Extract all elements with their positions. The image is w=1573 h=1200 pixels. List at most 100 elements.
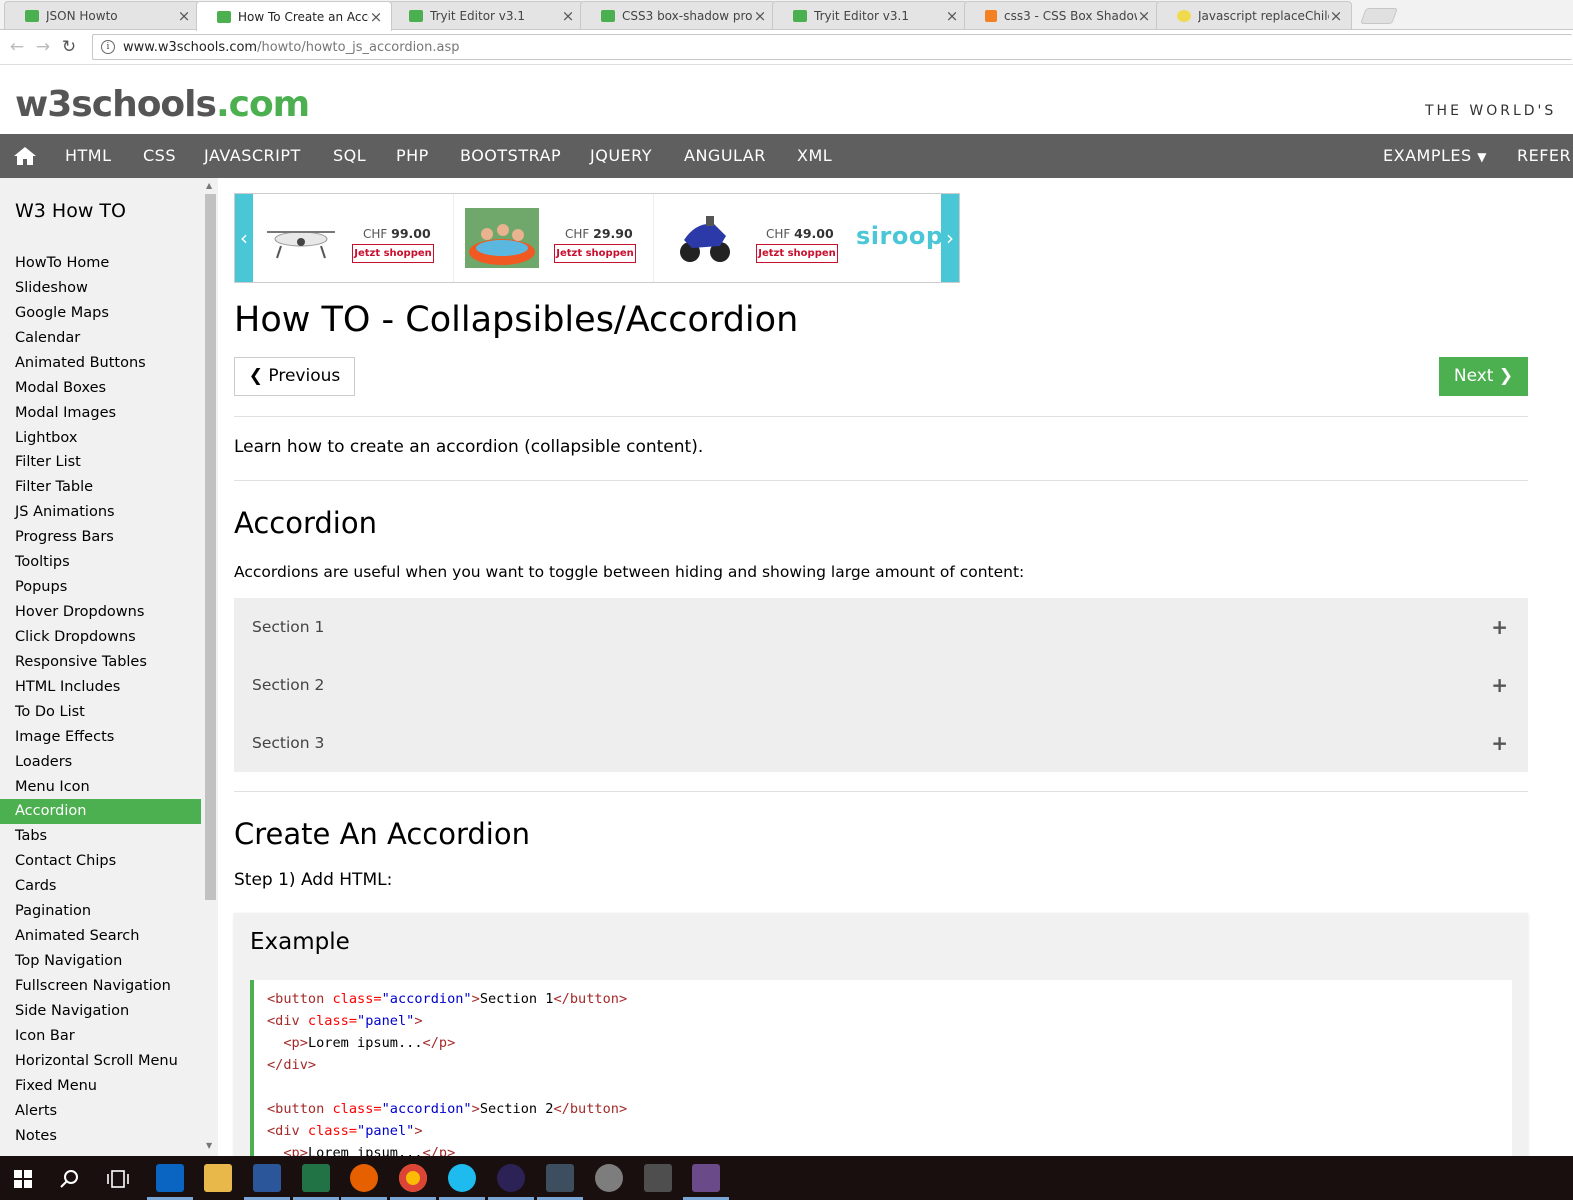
sidebar-item-animated-buttons[interactable]: Animated Buttons	[0, 351, 201, 376]
sidebar-item-loaders[interactable]: Loaders	[0, 750, 201, 775]
nav-item-javascript[interactable]: JAVASCRIPT	[204, 134, 301, 178]
nav-item-bootstrap[interactable]: BOOTSTRAP	[460, 134, 561, 178]
w3schools-logo[interactable]: w3schools.com	[15, 84, 310, 125]
adchoices-icon[interactable]: ▷	[943, 194, 959, 208]
next-button[interactable]: Next ❯	[1439, 357, 1528, 396]
sidebar-item-to-do-list[interactable]: To Do List	[0, 700, 201, 725]
sidebar-item-filter-table[interactable]: Filter Table	[0, 475, 201, 500]
ad-shop-button[interactable]: Jetzt shoppen	[554, 244, 636, 263]
ad-shop-button[interactable]: Jetzt shoppen	[352, 244, 434, 263]
sidebar-item-accordion[interactable]: Accordion	[0, 799, 201, 825]
search-icon[interactable]	[60, 1169, 80, 1189]
chrome-icon[interactable]	[390, 1164, 436, 1200]
internet-explorer-icon[interactable]	[439, 1164, 485, 1200]
browser-tab[interactable]: Tryit Editor v3.1 ×	[772, 1, 968, 29]
reload-icon[interactable]: ↻	[56, 37, 82, 57]
sidebar-item-modal-boxes[interactable]: Modal Boxes	[0, 376, 201, 401]
snipping-tool-icon[interactable]	[595, 1164, 623, 1192]
code-block[interactable]: <button class="accordion">Section 1</but…	[250, 980, 1512, 1156]
close-tab-icon[interactable]: ×	[177, 7, 191, 25]
sidebar-item-responsive-tables[interactable]: Responsive Tables	[0, 650, 201, 675]
nav-item-php[interactable]: PHP	[396, 134, 429, 178]
sidebar-item-lightbox[interactable]: Lightbox	[0, 426, 201, 451]
close-tab-icon[interactable]: ×	[753, 7, 767, 25]
sidebar-item-tooltips[interactable]: Tooltips	[0, 550, 201, 575]
nav-item-angular[interactable]: ANGULAR	[684, 134, 766, 178]
ad-brand-logo[interactable]: siroop	[856, 222, 944, 250]
nav-item-xml[interactable]: XML	[797, 134, 832, 178]
sidebar-item-fixed-menu[interactable]: Fixed Menu	[0, 1074, 201, 1099]
browser-tab[interactable]: CSS3 box-shadow property ×	[580, 1, 776, 29]
sidebar-item-alerts[interactable]: Alerts	[0, 1099, 201, 1124]
close-tab-icon[interactable]: ×	[945, 7, 959, 25]
previous-button[interactable]: ❮ Previous	[234, 357, 355, 396]
sidebar-item-progress-bars[interactable]: Progress Bars	[0, 525, 201, 550]
scrollbar-thumb[interactable]	[205, 194, 216, 900]
sublime-text-icon[interactable]	[644, 1164, 672, 1192]
accordion-section-3[interactable]: Section 3 +	[234, 714, 1528, 772]
sidebar-item-contact-chips[interactable]: Contact Chips	[0, 849, 201, 874]
sidebar-item-popups[interactable]: Popups	[0, 575, 201, 600]
close-tab-icon[interactable]: ×	[561, 7, 575, 25]
windows-start-icon[interactable]	[14, 1170, 32, 1188]
browser-tab-active[interactable]: How To Create an Accordion ×	[196, 1, 392, 31]
file-explorer-icon[interactable]	[204, 1164, 232, 1192]
browser-tab[interactable]: Tryit Editor v3.1 ×	[388, 1, 584, 29]
sidebar-item-animated-search[interactable]: Animated Search	[0, 924, 201, 949]
sidebar-item-tabs[interactable]: Tabs	[0, 824, 201, 849]
browser-tab[interactable]: Javascript replaceChild, n ×	[1156, 1, 1352, 29]
close-tab-icon[interactable]: ×	[1329, 7, 1343, 25]
nav-item-references[interactable]: REFER	[1517, 134, 1571, 178]
sidebar-item-click-dropdowns[interactable]: Click Dropdowns	[0, 625, 201, 650]
ad-product[interactable]: CHF 49.00 Jetzt shoppen	[653, 194, 853, 282]
info-icon[interactable]: i	[101, 40, 115, 54]
nav-item-sql[interactable]: SQL	[333, 134, 366, 178]
sidebar-item-pagination[interactable]: Pagination	[0, 899, 201, 924]
ad-prev-arrow-icon[interactable]: ‹	[235, 194, 253, 282]
firefox-icon[interactable]	[341, 1164, 387, 1200]
sidebar-item-modal-images[interactable]: Modal Images	[0, 401, 201, 426]
sidebar-item-filter-list[interactable]: Filter List	[0, 450, 201, 475]
sidebar-item-image-effects[interactable]: Image Effects	[0, 725, 201, 750]
accordion-section-1[interactable]: Section 1 +	[234, 598, 1528, 656]
task-view-icon[interactable]	[107, 1169, 129, 1189]
eclipse-icon[interactable]	[488, 1164, 534, 1200]
accordion-section-2[interactable]: Section 2 +	[234, 656, 1528, 714]
sidebar-scrollbar[interactable]: ▲ ▼	[202, 178, 218, 1156]
url-input[interactable]: i www.w3schools.com/howto/howto_js_accor…	[92, 34, 1572, 60]
back-arrow-icon[interactable]: ←	[4, 37, 30, 57]
nav-item-css[interactable]: CSS	[143, 134, 176, 178]
advertisement-banner[interactable]: ‹ CHF 99.00 Jetzt shoppen CHF 29.90 Jetz…	[234, 193, 960, 283]
sidebar-item-slideshow[interactable]: Slideshow	[0, 276, 201, 301]
browser-tab[interactable]: css3 - CSS Box Shadow - ×	[964, 1, 1160, 29]
sidebar-item-horizontal-scroll-menu[interactable]: Horizontal Scroll Menu	[0, 1049, 201, 1074]
ad-product[interactable]: CHF 29.90 Jetzt shoppen	[453, 194, 653, 282]
scroll-up-icon[interactable]: ▲	[206, 181, 212, 190]
word-icon[interactable]	[244, 1164, 290, 1200]
nav-item-html[interactable]: HTML	[65, 134, 112, 178]
sidebar-item-fullscreen-navigation[interactable]: Fullscreen Navigation	[0, 974, 201, 999]
ad-product[interactable]: CHF 99.00 Jetzt shoppen	[253, 194, 453, 282]
excel-icon[interactable]	[293, 1164, 339, 1200]
scroll-down-icon[interactable]: ▼	[206, 1141, 212, 1150]
nav-item-jquery[interactable]: JQUERY	[590, 134, 652, 178]
outlook-icon[interactable]	[147, 1164, 193, 1200]
sidebar-item-cards[interactable]: Cards	[0, 874, 201, 899]
nav-item-examples[interactable]: EXAMPLES ▼	[1383, 134, 1487, 178]
sidebar-item-js-animations[interactable]: JS Animations	[0, 500, 201, 525]
close-tab-icon[interactable]: ×	[1137, 7, 1151, 25]
app-icon[interactable]	[683, 1164, 729, 1200]
browser-tab[interactable]: JSON Howto ×	[4, 1, 200, 29]
vpn-lock-icon[interactable]	[537, 1164, 583, 1200]
new-tab-button[interactable]	[1360, 8, 1398, 24]
sidebar-item-html-includes[interactable]: HTML Includes	[0, 675, 201, 700]
sidebar-item-calendar[interactable]: Calendar	[0, 326, 201, 351]
sidebar-item-side-navigation[interactable]: Side Navigation	[0, 999, 201, 1024]
sidebar-item-hover-dropdowns[interactable]: Hover Dropdowns	[0, 600, 201, 625]
sidebar-item-top-navigation[interactable]: Top Navigation	[0, 949, 201, 974]
ad-shop-button[interactable]: Jetzt shoppen	[756, 244, 838, 263]
sidebar-item-menu-icon[interactable]: Menu Icon	[0, 775, 201, 800]
sidebar-item-notes[interactable]: Notes	[0, 1124, 201, 1149]
forward-arrow-icon[interactable]: →	[30, 37, 56, 57]
sidebar-item-google-maps[interactable]: Google Maps	[0, 301, 201, 326]
